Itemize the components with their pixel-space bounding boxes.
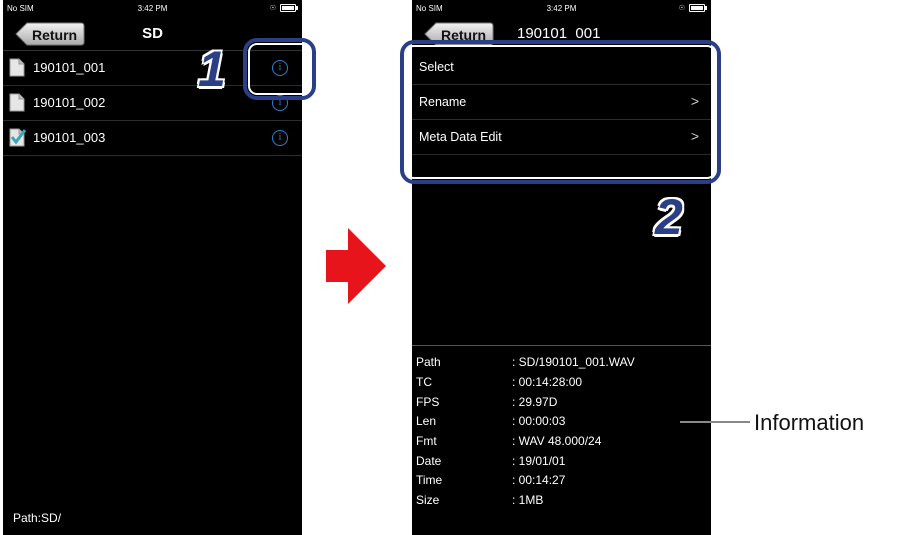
info-key: Len	[416, 414, 437, 428]
info-key: TC	[416, 375, 432, 389]
orientation-lock-icon: ☉	[269, 5, 276, 12]
info-value: : 1MB	[512, 493, 544, 507]
info-key: Path	[416, 355, 441, 369]
file-row[interactable]: 190101_003 i	[3, 121, 302, 156]
orientation-lock-icon: ☉	[678, 5, 685, 12]
arrow-right-icon	[326, 228, 386, 304]
checked-document-icon	[9, 128, 27, 147]
info-value: : 00:14:28:00	[512, 375, 583, 389]
info-icon[interactable]: i	[272, 130, 288, 146]
battery-icon	[689, 4, 707, 12]
info-value: : 29.97D	[512, 395, 558, 409]
document-icon	[9, 58, 25, 77]
information-annotation-label: Information	[754, 410, 865, 435]
clock-label: 3:42 PM	[137, 4, 168, 13]
file-name: 190101_001	[33, 60, 106, 75]
info-value: : 19/01/01	[512, 454, 566, 468]
info-value: : 00:14:27	[512, 473, 566, 487]
path-label: Path:SD/	[13, 511, 62, 525]
battery-icon	[280, 4, 298, 12]
info-value: : SD/190101_001.WAV	[512, 355, 635, 369]
step-number-1: 1	[198, 41, 226, 97]
info-key: Date	[416, 454, 442, 468]
file-information-panel: Path : SD/190101_001.WAV TC : 00:14:28:0…	[412, 345, 711, 535]
info-key: FPS	[416, 395, 440, 409]
file-name: 190101_002	[33, 95, 106, 110]
info-key: Fmt	[416, 434, 437, 448]
info-key: Size	[416, 493, 440, 507]
clock-label: 3:42 PM	[546, 4, 577, 13]
info-value: : WAV 48.000/24	[512, 434, 602, 448]
callout-highlight-1	[243, 38, 316, 100]
information-leader-line	[680, 421, 750, 423]
info-value: : 00:00:03	[512, 414, 566, 428]
info-key: Time	[416, 473, 443, 487]
status-icons: ☉	[678, 4, 707, 12]
document-icon	[9, 93, 25, 112]
status-bar: No SIM 3:42 PM ☉	[3, 0, 302, 16]
file-name: 190101_003	[33, 130, 106, 145]
status-icons: ☉	[269, 4, 298, 12]
callout-highlight-2	[400, 40, 721, 184]
status-bar: No SIM 3:42 PM ☉	[412, 0, 711, 16]
step-number-2: 2	[655, 189, 683, 245]
